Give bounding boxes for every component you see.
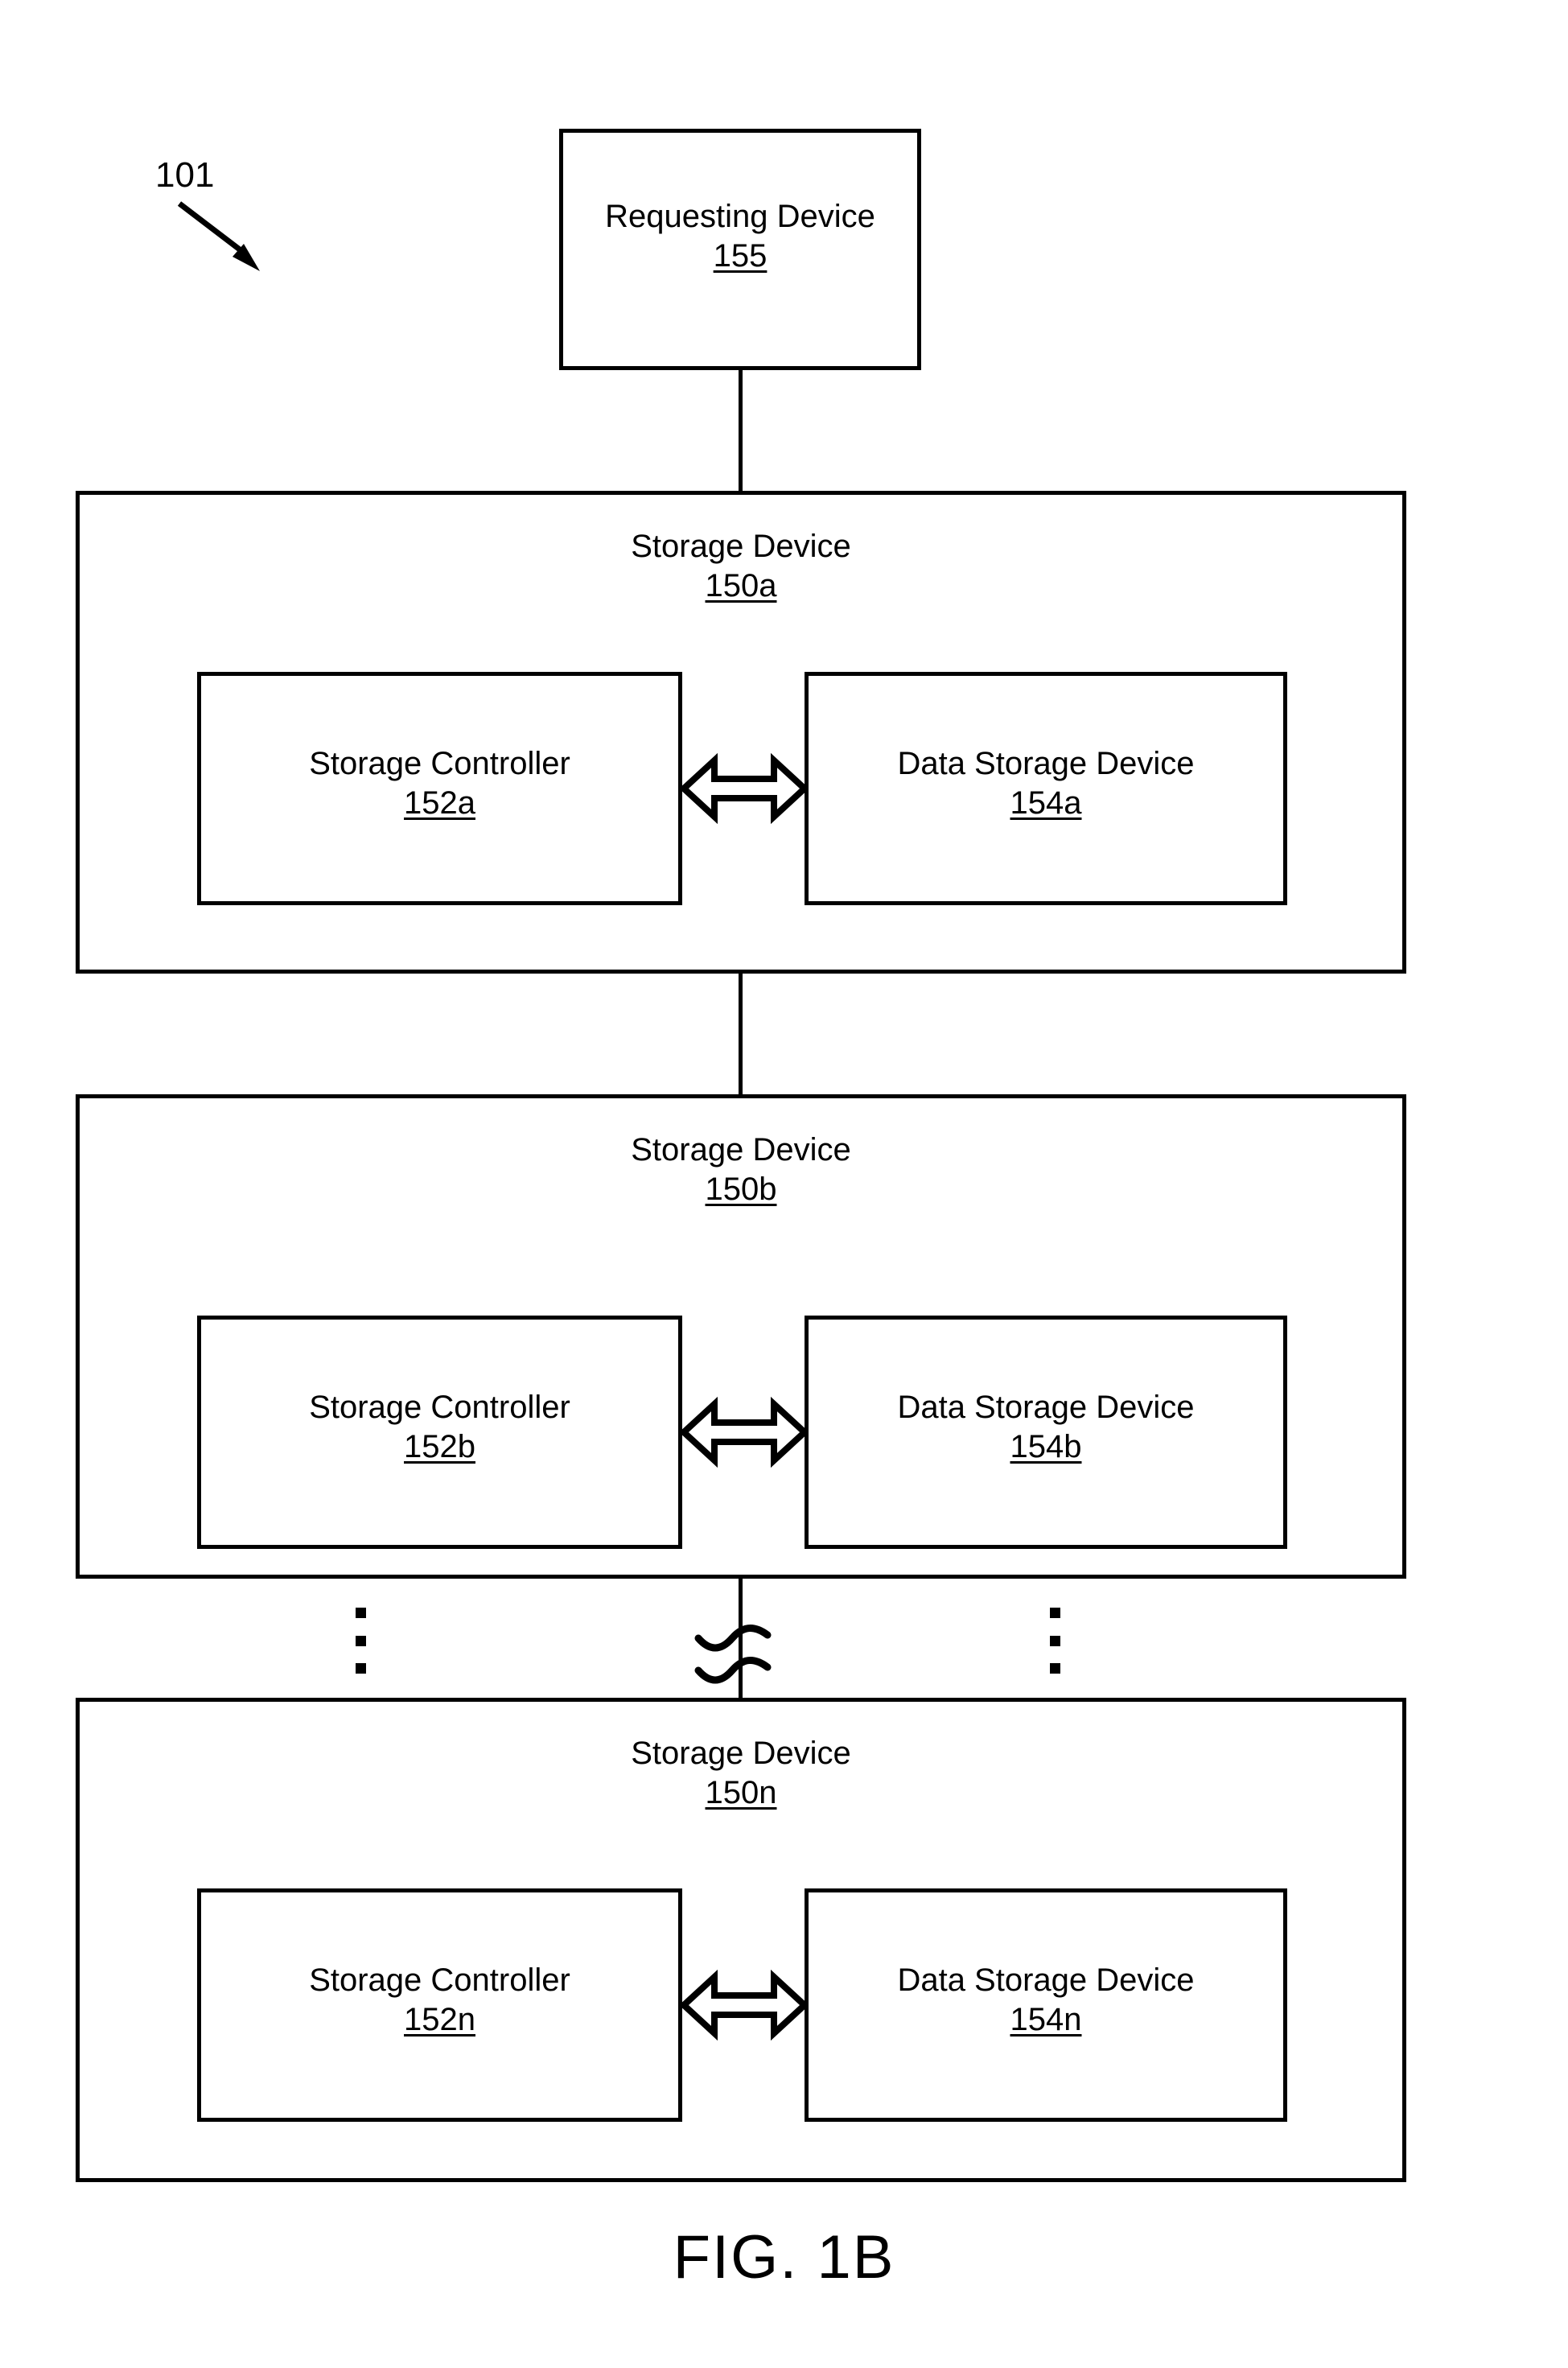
storage-controller-152a-label: Storage Controller 152a xyxy=(197,744,682,823)
system-callout-label: 101 xyxy=(155,155,215,195)
storage-device-150n-title: Storage Device xyxy=(631,1736,851,1771)
requesting-device-title: Requesting Device xyxy=(605,199,875,234)
storage-controller-152b-ref: 152b xyxy=(404,1428,475,1464)
storage-device-150b-title: Storage Device xyxy=(631,1132,851,1168)
continuation-ellipsis-left xyxy=(355,1608,366,1674)
system-callout-arrow-icon xyxy=(177,201,260,271)
storage-device-150a-ref: 150a xyxy=(705,567,777,603)
ellipsis-dot xyxy=(1049,1635,1060,1646)
storage-device-150n-ref: 150n xyxy=(705,1774,777,1810)
line-break-squiggle-icon xyxy=(694,1625,772,1684)
bidirectional-arrow-icon-150a xyxy=(681,752,808,825)
data-storage-device-154n-title: Data Storage Device xyxy=(897,1962,1195,1998)
bidirectional-arrow-icon-150n xyxy=(681,1969,808,2041)
connector-150a-to-150b xyxy=(739,974,743,1096)
data-storage-device-154a-title: Data Storage Device xyxy=(897,746,1195,781)
storage-controller-152a-ref: 152a xyxy=(404,785,475,821)
storage-device-150n-label: Storage Device 150n xyxy=(76,1734,1406,1813)
storage-device-150b-ref: 150b xyxy=(705,1171,777,1207)
storage-device-150a-title: Storage Device xyxy=(631,529,851,564)
data-storage-device-154a-label: Data Storage Device 154a xyxy=(805,744,1287,823)
storage-controller-152b-title: Storage Controller xyxy=(309,1390,570,1425)
data-storage-device-154b-ref: 154b xyxy=(1010,1428,1082,1464)
storage-controller-152n-title: Storage Controller xyxy=(309,1962,570,1998)
data-storage-device-154b-label: Data Storage Device 154b xyxy=(805,1388,1287,1467)
data-storage-device-154n-label: Data Storage Device 154n xyxy=(805,1961,1287,2040)
connector-requesting-to-150a xyxy=(739,370,743,492)
ellipsis-dot xyxy=(355,1635,366,1646)
ellipsis-dot xyxy=(355,1663,366,1674)
storage-controller-152a-title: Storage Controller xyxy=(309,746,570,781)
figure-caption: FIG. 1B xyxy=(673,2223,895,2292)
patent-figure-1b: 101 Requesting Device 155 Storage Device… xyxy=(0,0,1568,2368)
storage-controller-152n-ref: 152n xyxy=(404,2001,475,2037)
storage-controller-152n-label: Storage Controller 152n xyxy=(197,1961,682,2040)
storage-device-150a-label: Storage Device 150a xyxy=(76,527,1406,606)
data-storage-device-154a-ref: 154a xyxy=(1010,785,1082,821)
ellipsis-dot xyxy=(1049,1663,1060,1674)
data-storage-device-154b-title: Data Storage Device xyxy=(897,1390,1195,1425)
bidirectional-arrow-icon-150b xyxy=(681,1396,808,1468)
requesting-device-ref: 155 xyxy=(713,237,768,274)
ellipsis-dot xyxy=(355,1608,366,1618)
requesting-device-label: Requesting Device 155 xyxy=(559,197,921,276)
storage-device-150b-label: Storage Device 150b xyxy=(76,1130,1406,1209)
data-storage-device-154n-ref: 154n xyxy=(1010,2001,1082,2037)
ellipsis-dot xyxy=(1049,1608,1060,1618)
continuation-ellipsis-right xyxy=(1049,1608,1060,1674)
storage-controller-152b-label: Storage Controller 152b xyxy=(197,1388,682,1467)
